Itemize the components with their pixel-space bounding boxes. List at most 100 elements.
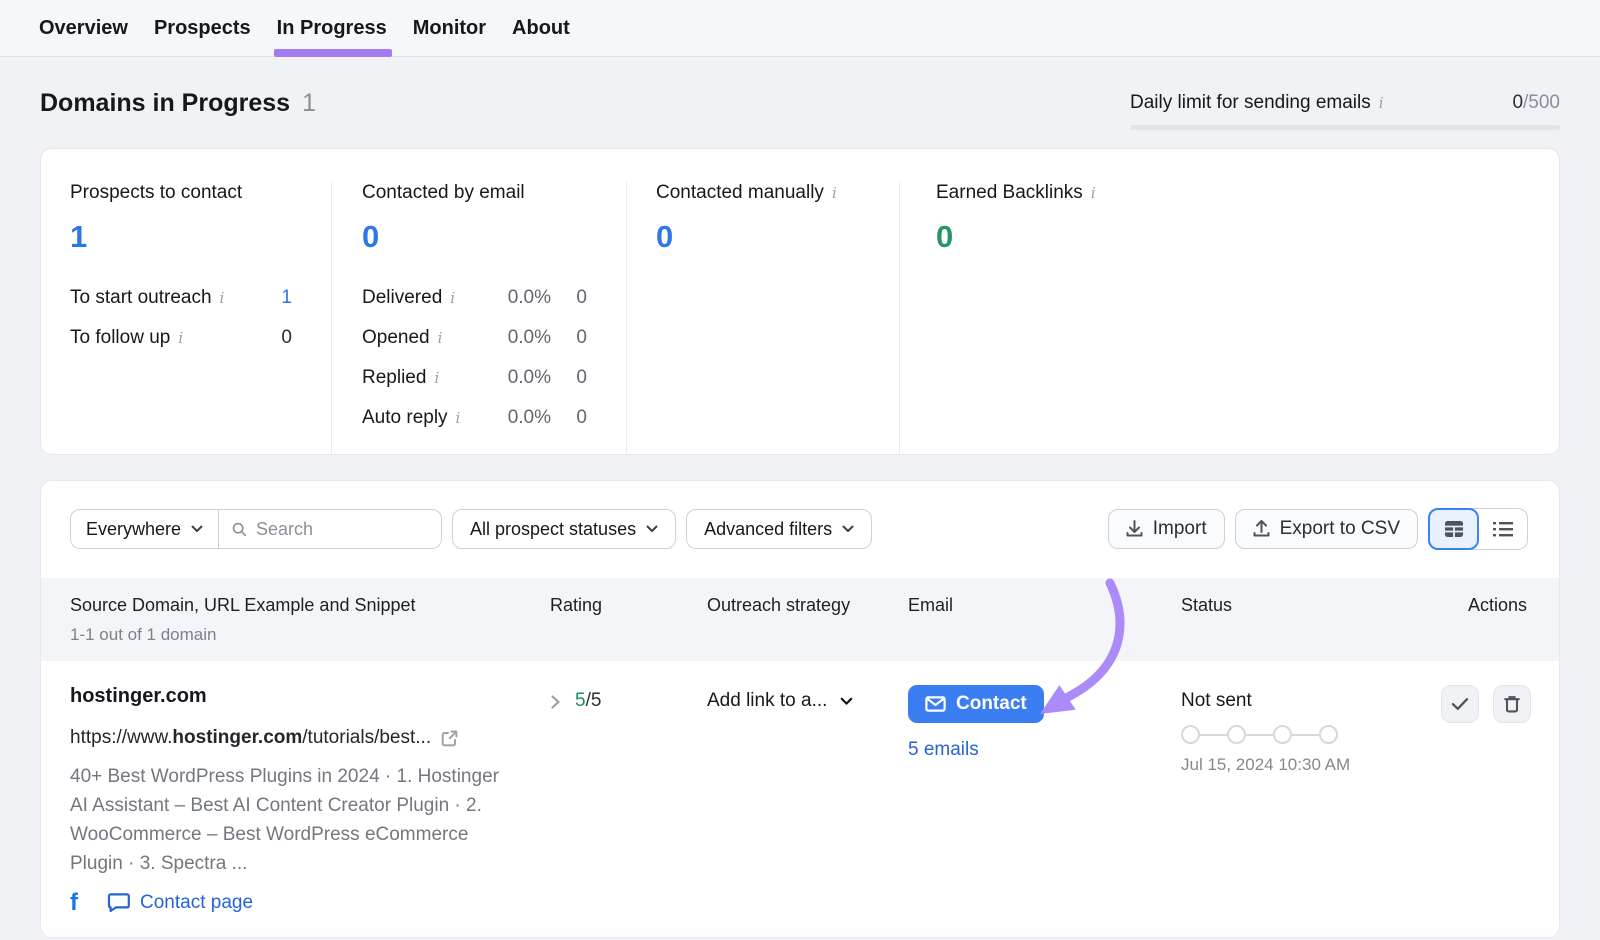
daily-limit-widget: Daily limit for sending emails i 0/500 <box>1130 89 1560 130</box>
contact-button[interactable]: Contact <box>908 685 1044 723</box>
stat-row-label: Delivered <box>362 287 442 309</box>
stat-row-label: To follow up <box>70 327 170 349</box>
step-connector <box>1200 734 1227 736</box>
stat-prospects-to-contact: Prospects to contact 1 To start outreach… <box>41 182 331 454</box>
export-icon <box>1253 520 1270 538</box>
advanced-filters-dropdown[interactable]: Advanced filters <box>686 509 872 549</box>
contact-button-label: Contact <box>956 693 1027 715</box>
table-header: Source Domain, URL Example and Snippet R… <box>41 578 1559 661</box>
info-icon[interactable]: i <box>220 291 225 306</box>
import-icon <box>1126 520 1143 538</box>
stat-row-label: Opened <box>362 327 430 349</box>
page-head: Domains in Progress 1 Daily limit for se… <box>40 57 1560 148</box>
search-scope-value: Everywhere <box>86 519 181 540</box>
tab-prospects[interactable]: Prospects <box>153 0 252 57</box>
domain-name: hostinger.com <box>70 685 550 708</box>
facebook-icon[interactable]: f <box>70 891 78 915</box>
rating-score: 5 <box>575 690 586 711</box>
chevron-down-icon <box>842 525 854 533</box>
table-result-count: 1-1 out of 1 domain <box>70 625 1527 645</box>
prospect-statuses-dropdown[interactable]: All prospect statuses <box>452 509 676 549</box>
search-icon <box>232 521 247 538</box>
stat-title: Earned Backlinks <box>936 182 1083 204</box>
import-button[interactable]: Import <box>1108 509 1225 549</box>
col-header-strategy: Outreach strategy <box>707 595 908 616</box>
step-dot <box>1273 725 1292 744</box>
info-icon[interactable]: i <box>434 371 439 386</box>
info-icon[interactable]: i <box>832 186 837 201</box>
stat-row-label: Auto reply <box>362 407 448 429</box>
outreach-strategy-dropdown[interactable]: Add link to a... <box>707 685 908 712</box>
tab-overview[interactable]: Overview <box>38 0 129 57</box>
step-connector <box>1246 734 1273 736</box>
tab-in-progress[interactable]: In Progress <box>276 0 388 57</box>
mark-done-button[interactable] <box>1441 685 1479 723</box>
search-box <box>219 519 441 540</box>
col-header-status: Status <box>1181 595 1441 616</box>
import-label: Import <box>1153 518 1207 540</box>
tab-monitor[interactable]: Monitor <box>412 0 487 57</box>
status-cell: Not sent Jul 15, 2024 10:30 AM <box>1181 685 1441 915</box>
page-title: Domains in Progress <box>40 89 290 118</box>
stat-value: 0 <box>362 219 626 255</box>
expand-chevron-icon[interactable] <box>550 694 561 710</box>
stat-count: 0 <box>551 407 587 429</box>
search-scope-dropdown[interactable]: Everywhere <box>71 510 219 548</box>
emails-link[interactable]: 5 emails <box>908 739 979 761</box>
step-connector <box>1292 734 1319 736</box>
chevron-down-icon <box>840 697 853 706</box>
trash-icon <box>1504 695 1520 713</box>
table-row: hostinger.com https://www.hostinger.com/… <box>41 661 1559 915</box>
table-view-button[interactable] <box>1428 508 1479 550</box>
external-link-icon[interactable] <box>440 729 459 748</box>
daily-limit-progressbar <box>1130 125 1560 130</box>
to-follow-up-count: 0 <box>281 327 292 349</box>
tab-label: About <box>512 17 570 40</box>
stat-contacted-by-email: Contacted by email 0 Delivered i 0.0% 0 O… <box>331 182 626 454</box>
info-icon[interactable]: i <box>450 291 455 306</box>
stat-value: 1 <box>70 219 331 255</box>
search-input[interactable] <box>256 519 428 540</box>
tab-label: Prospects <box>154 17 251 40</box>
tab-label: Monitor <box>413 17 486 40</box>
url-text: https://www.hostinger.com/tutorials/best… <box>70 727 431 749</box>
info-icon[interactable]: i <box>438 331 443 346</box>
info-icon[interactable]: i <box>1379 96 1384 111</box>
tab-about[interactable]: About <box>511 0 571 57</box>
daily-limit-max: /500 <box>1523 92 1560 113</box>
url-domain: hostinger.com <box>172 727 302 748</box>
list-view-icon <box>1492 519 1514 539</box>
rating-max: /5 <box>586 690 602 711</box>
list-view-button[interactable] <box>1478 509 1527 549</box>
stat-count: 0 <box>551 287 587 309</box>
chevron-down-icon <box>646 525 658 533</box>
envelope-icon <box>925 696 946 712</box>
step-dot <box>1181 725 1200 744</box>
info-icon[interactable]: i <box>1091 186 1096 201</box>
tab-label: Overview <box>39 17 128 40</box>
daily-limit-used: 0 <box>1512 92 1523 113</box>
url-snippet: 40+ Best WordPress Plugins in 2024 · 1. … <box>70 762 502 878</box>
export-label: Export to CSV <box>1280 518 1400 540</box>
advanced-filters-label: Advanced filters <box>704 519 832 540</box>
delete-button[interactable] <box>1493 685 1531 723</box>
active-tab-underline <box>274 49 392 57</box>
tab-label: In Progress <box>277 17 387 40</box>
export-to-csv-button[interactable]: Export to CSV <box>1235 509 1418 549</box>
url-suffix: /tutorials/best... <box>302 727 431 748</box>
info-icon[interactable]: i <box>178 331 183 346</box>
domains-table-card: Everywhere All prospect statuses Advance… <box>40 480 1560 938</box>
stat-count: 0 <box>551 327 587 349</box>
status-stepper <box>1181 725 1441 744</box>
col-header-rating: Rating <box>550 595 707 616</box>
email-cell: Contact 5 emails <box>908 685 1181 915</box>
rating-cell: 5/5 <box>550 685 707 915</box>
info-icon[interactable]: i <box>456 411 461 426</box>
stat-pct: 0.0% <box>491 287 551 309</box>
to-start-outreach-count[interactable]: 1 <box>281 287 292 309</box>
stat-title: Contacted by email <box>362 182 525 204</box>
contact-page-link[interactable]: Contact page <box>107 892 253 914</box>
stat-pct: 0.0% <box>491 327 551 349</box>
col-header-source: Source Domain, URL Example and Snippet <box>70 595 550 616</box>
stat-row-label: Replied <box>362 367 426 389</box>
